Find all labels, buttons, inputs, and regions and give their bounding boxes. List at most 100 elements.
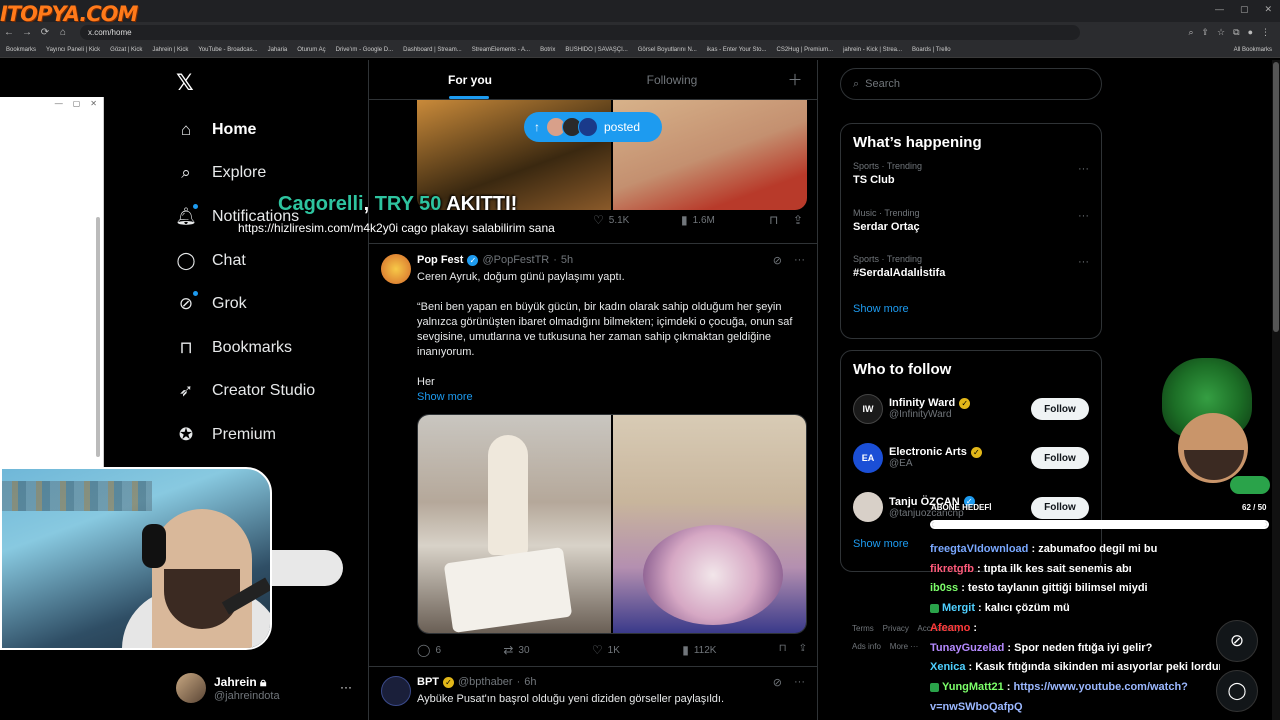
- bookmark-icon[interactable]: ⊓: [779, 643, 787, 657]
- bookmark-item[interactable]: BUSHIDO | SAVAŞÇI...: [565, 47, 627, 53]
- chat-username[interactable]: ib0ss: [930, 582, 958, 594]
- chat-link[interactable]: https://www.youtube.com/watch?: [1014, 681, 1188, 693]
- minimize-icon[interactable]: —: [1215, 4, 1224, 15]
- sidebar-item-premium[interactable]: ✪ Premium: [176, 413, 315, 457]
- menu-icon[interactable]: ⋮: [1261, 27, 1270, 38]
- chat-username[interactable]: freegtaVIdownload: [930, 543, 1028, 555]
- tweet-time[interactable]: 5h: [561, 254, 573, 266]
- bookmark-item[interactable]: ikas - Enter Your Sto...: [707, 47, 767, 53]
- bookmark-item[interactable]: Görsel Boyutlarını N...: [638, 47, 697, 53]
- avatar[interactable]: [381, 254, 411, 284]
- url-field[interactable]: x.com/home: [80, 24, 1080, 40]
- grok-icon[interactable]: ⊘: [773, 676, 782, 689]
- sidebar-item-grok[interactable]: ⊘ Grok: [176, 282, 315, 326]
- bookmark-item[interactable]: Yayıncı Paneli | Kick: [46, 47, 100, 53]
- tweet[interactable]: BPT ✓ @bpthaber · 6h ⊘ ··· Aybüke Pusat'…: [369, 674, 817, 720]
- follow-button[interactable]: Follow: [1031, 398, 1089, 420]
- more-icon[interactable]: ···: [340, 680, 352, 694]
- back-icon[interactable]: ←: [0, 27, 18, 38]
- profile-icon[interactable]: ●: [1248, 27, 1253, 38]
- bookmark-item[interactable]: Dashboard | Stream...: [403, 47, 462, 53]
- footer-link[interactable]: Ads info: [852, 642, 881, 651]
- chat-username[interactable]: Mergit: [942, 602, 975, 614]
- bookmark-item[interactable]: Drive'ım - Google D...: [336, 47, 394, 53]
- new-posts-pill[interactable]: ↑ posted: [524, 112, 662, 142]
- bookmark-item[interactable]: Gözat | Kick: [110, 47, 142, 53]
- share-icon[interactable]: ⇪: [799, 643, 807, 657]
- author-name[interactable]: BPT: [417, 676, 439, 688]
- media-image[interactable]: [613, 415, 806, 633]
- bookmark-item[interactable]: StreamElements - A...: [472, 47, 530, 53]
- trend-item[interactable]: Sports · Trending #SerdalAdalıİstifa ···: [841, 250, 1101, 297]
- trend-item[interactable]: Sports · Trending TS Club ···: [841, 157, 1101, 204]
- author-handle[interactable]: @bpthaber: [458, 676, 513, 688]
- scrollbar[interactable]: [96, 217, 100, 457]
- zoom-icon[interactable]: ⌕: [1188, 27, 1193, 38]
- bookmark-item[interactable]: Botrix: [540, 47, 555, 53]
- tab-following[interactable]: Following: [571, 60, 773, 99]
- footer-link[interactable]: Privacy: [883, 624, 909, 633]
- chat-username[interactable]: Xenica: [930, 661, 965, 673]
- more-icon[interactable]: ···: [1078, 210, 1089, 222]
- sidebar-item-explore[interactable]: ⌕ Explore: [176, 152, 315, 196]
- x-logo-icon[interactable]: 𝕏: [176, 70, 200, 95]
- all-bookmarks-button[interactable]: All Bookmarks: [1234, 47, 1280, 53]
- sidebar-item-bookmarks[interactable]: ⊓ Bookmarks: [176, 326, 315, 370]
- grok-fab[interactable]: ⊘: [1216, 620, 1258, 662]
- messages-fab[interactable]: ◯: [1216, 670, 1258, 712]
- bookmark-item[interactable]: Jahrein | Kick: [152, 47, 188, 53]
- star-icon[interactable]: ☆: [1217, 27, 1225, 38]
- avatar[interactable]: [381, 676, 411, 706]
- bookmark-item[interactable]: CS2Hug | Premium...: [777, 47, 834, 53]
- account-switcher[interactable]: Jahrein 🔒︎ @jahreindota ···: [176, 670, 356, 706]
- like-button[interactable]: ♡ 1K: [592, 643, 620, 657]
- extensions-icon[interactable]: ⧉: [1233, 27, 1239, 38]
- sidebar-item-home[interactable]: ⌂ Home: [176, 108, 315, 152]
- views-button[interactable]: ▮ 112K: [682, 643, 716, 657]
- chat-username[interactable]: fikretgfb: [930, 563, 974, 575]
- close-icon[interactable]: ✕: [1264, 4, 1272, 15]
- bookmark-item[interactable]: Boards | Trello: [912, 47, 951, 53]
- page-scrollbar-thumb[interactable]: [1273, 62, 1279, 332]
- show-more-link[interactable]: Show more: [417, 390, 807, 405]
- bookmark-item[interactable]: YouTube - Broadcas...: [198, 47, 257, 53]
- minimize-icon[interactable]: —: [55, 99, 63, 109]
- chat-link[interactable]: v=nwSWboQafpQ: [930, 701, 1023, 713]
- post-button-fragment[interactable]: [272, 550, 343, 586]
- add-tab-icon[interactable]: ＋: [773, 60, 817, 99]
- footer-link[interactable]: Terms: [852, 624, 874, 633]
- grok-icon[interactable]: ⊘: [773, 254, 782, 267]
- bookmark-item[interactable]: Bookmarks: [6, 47, 36, 53]
- chat-username[interactable]: YungMatt21: [942, 681, 1004, 693]
- more-icon[interactable]: ···: [1078, 163, 1089, 175]
- chat-username[interactable]: TunayGuzelad: [930, 642, 1004, 654]
- follow-suggestion[interactable]: IW Infinity Ward ✓ @InfinityWard Follow: [841, 384, 1101, 433]
- more-icon[interactable]: ···: [1078, 256, 1089, 268]
- show-more-link[interactable]: Show more: [841, 297, 1101, 325]
- author-handle[interactable]: @PopFestTR: [482, 254, 549, 266]
- bookmark-item[interactable]: Oturum Aç: [297, 47, 325, 53]
- follow-button[interactable]: Follow: [1031, 447, 1089, 470]
- more-icon[interactable]: ···: [794, 254, 805, 267]
- bookmark-button[interactable]: ⊓: [769, 213, 778, 227]
- tab-for-you[interactable]: For you: [369, 60, 571, 99]
- chat-username[interactable]: Afeamo: [930, 622, 970, 634]
- author-name[interactable]: Pop Fest: [417, 254, 463, 266]
- footer-link[interactable]: More ···: [890, 642, 918, 651]
- forward-icon[interactable]: →: [18, 27, 36, 38]
- bookmark-item[interactable]: jahrein - Kick | Strea...: [843, 47, 902, 53]
- bookmark-item[interactable]: Jaharia: [268, 47, 288, 53]
- reply-button[interactable]: ◯ 6: [417, 643, 441, 657]
- reload-icon[interactable]: ⟳: [36, 27, 54, 38]
- like-button[interactable]: ♡ 5.1K: [593, 213, 629, 227]
- tweet-time[interactable]: 6h: [524, 676, 536, 688]
- trend-item[interactable]: Music · Trending Serdar Ortaç ···: [841, 204, 1101, 251]
- follow-suggestion[interactable]: EA Electronic Arts ✓ @EA Follow: [841, 433, 1101, 482]
- search-input[interactable]: ⌕ Search: [840, 68, 1102, 100]
- sidebar-item-chat[interactable]: ◯ Chat: [176, 239, 315, 283]
- home-nav-icon[interactable]: ⌂: [54, 27, 72, 38]
- share-button[interactable]: ⇪: [793, 213, 803, 227]
- tweet[interactable]: Pop Fest ✓ @PopFestTR · 5h ⊘ ··· Ceren A…: [369, 250, 817, 665]
- repost-button[interactable]: ⇄ 30: [503, 643, 529, 657]
- views-button[interactable]: ▮ 1.6M: [681, 213, 715, 227]
